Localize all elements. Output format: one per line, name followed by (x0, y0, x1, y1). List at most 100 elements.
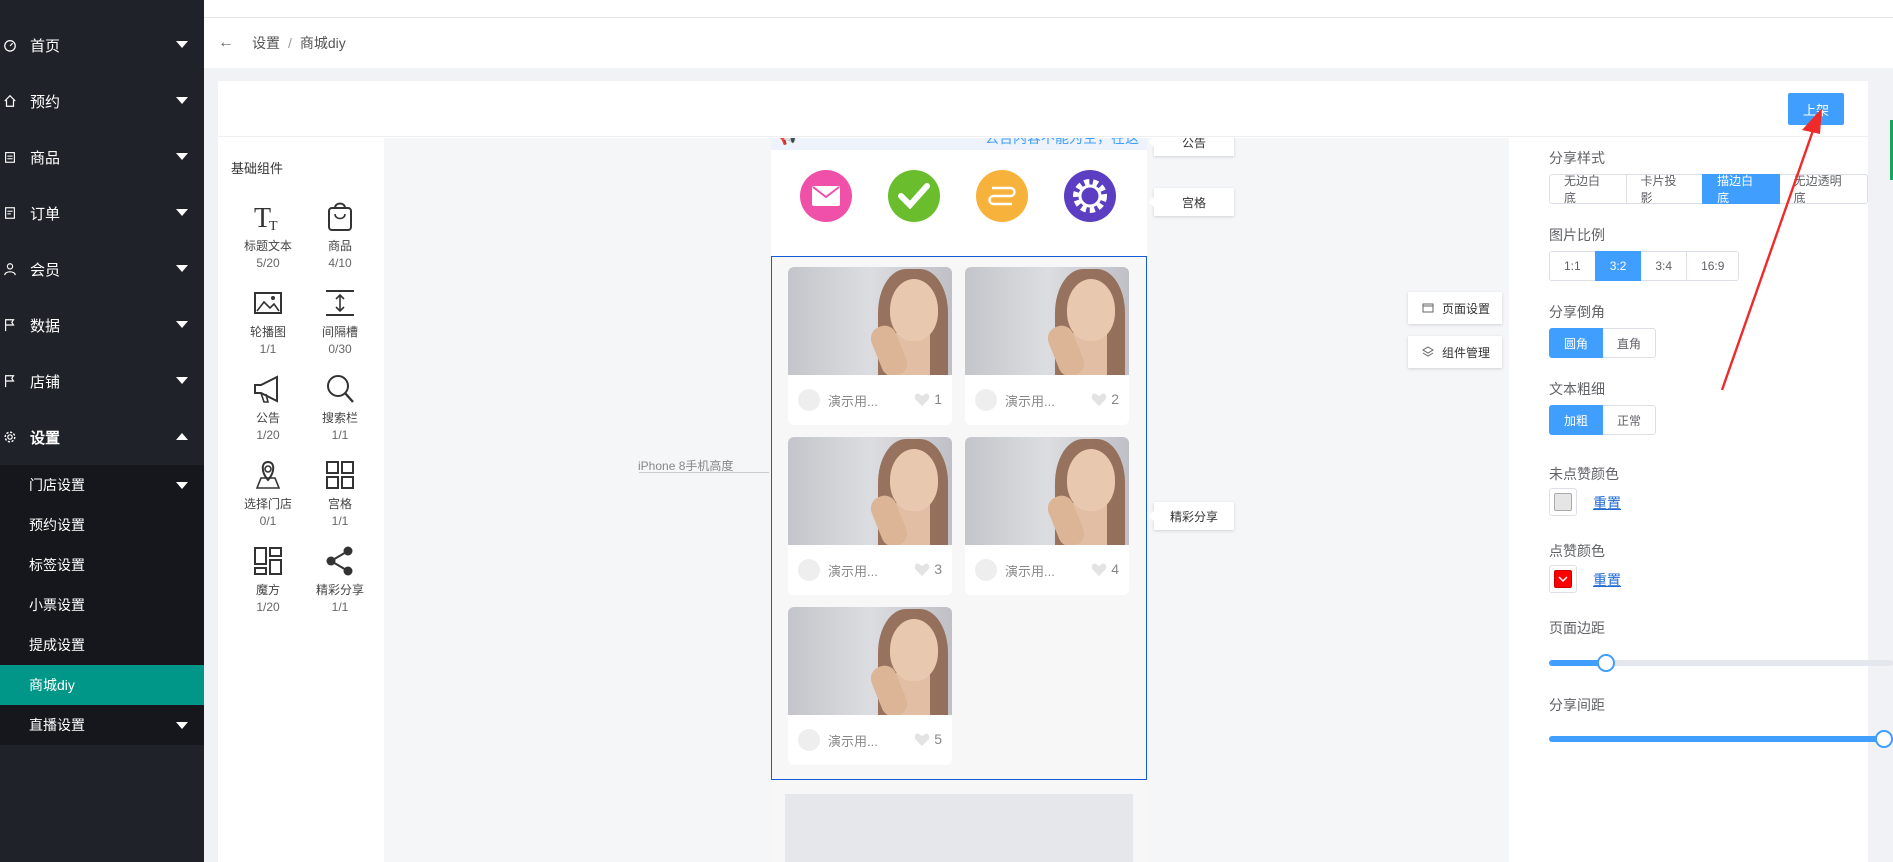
page-margin-knob[interactable] (1597, 654, 1615, 672)
share-card[interactable]: 演示用... 5 (788, 607, 952, 765)
component-count: 0/30 (328, 342, 352, 356)
publish-button[interactable]: 上架 (1788, 93, 1844, 125)
page-settings-button[interactable]: 页面设置 (1408, 292, 1502, 324)
image-ratio-option-selected[interactable]: 3:2 (1594, 251, 1642, 281)
flag-icon (5, 319, 15, 332)
component-count: 0/1 (259, 514, 277, 528)
share-card-meta: 演示用... 4 (965, 545, 1129, 595)
grid-icon (326, 461, 354, 489)
chevron-down-icon (176, 209, 188, 216)
chevron-up-icon (176, 433, 188, 440)
image-ratio-option[interactable]: 16:9 (1686, 251, 1740, 281)
component-grid-nav[interactable]: 宫格 1/1 (304, 458, 376, 528)
share-style-option-selected[interactable]: 描边白底 (1702, 174, 1780, 205)
share-card-meta: 演示用... 2 (965, 375, 1129, 425)
sidebar-item-members[interactable]: 会员 (0, 241, 204, 297)
breadcrumb-level1[interactable]: 设置 (252, 33, 280, 53)
sidebar-subitem-live-settings[interactable]: 直播设置 (0, 705, 204, 745)
tag-share[interactable]: 精彩分享 (1148, 502, 1234, 530)
back-arrow-icon[interactable]: ← (218, 34, 234, 52)
sidebar: 首页 预约 商品 订单 会员 数据 店铺 设置 门店设置 预约设置 标签设置 小… (0, 0, 204, 862)
text-weight-option-selected[interactable]: 加粗 (1549, 405, 1604, 435)
share-spacing-knob[interactable] (1875, 730, 1893, 748)
component-grid: TT 标题文本 5/20 商品 4/10 轮播图 1/1 间隔槽 0/30 公告… (232, 200, 376, 614)
corner-option-selected[interactable]: 圆角 (1549, 328, 1604, 358)
component-label: 宫格 (327, 497, 352, 511)
component-title-text[interactable]: TT 标题文本 5/20 (232, 200, 304, 270)
liked-color-reset[interactable]: 重置 (1593, 570, 1621, 590)
share-card-title: 演示用... (828, 393, 878, 409)
component-manage-button[interactable]: 组件管理 (1408, 336, 1502, 368)
share-card-likes: 3 (934, 561, 942, 577)
liked-color-picker[interactable] (1549, 565, 1577, 593)
image-ratio-option[interactable]: 1:1 (1549, 251, 1596, 281)
unliked-color-reset[interactable]: 重置 (1593, 493, 1621, 513)
share-style-label: 分享样式 (1549, 150, 1605, 166)
share-style-option[interactable]: 无边白底 (1549, 174, 1627, 205)
share-card[interactable]: 演示用... 3 (788, 437, 952, 595)
share-block[interactable]: 演示用... 1 演示用... 2 演示用... 3 演示用... 4 演示用.… (771, 256, 1147, 780)
notice-block[interactable]: 📢 公告内容不能为空，在这 (771, 138, 1147, 150)
tag-label: 精彩分享 (1169, 509, 1218, 524)
sidebar-item-label: 会员 (30, 261, 61, 279)
tag-grid[interactable]: 宫格 (1148, 188, 1234, 216)
home-icon (4, 94, 16, 107)
component-spacer[interactable]: 间隔槽 0/30 (304, 286, 376, 356)
sidebar-item-store[interactable]: 店铺 (0, 353, 204, 409)
share-icon (326, 546, 353, 576)
sidebar-item-label: 订单 (30, 205, 61, 223)
image-ratio-option[interactable]: 3:4 (1640, 251, 1688, 281)
grid-nav-block[interactable] (771, 150, 1147, 258)
sidebar-item-data[interactable]: 数据 (0, 297, 204, 353)
component-label: 轮播图 (249, 325, 286, 339)
share-spacing-slider[interactable] (1549, 730, 1893, 748)
sidebar-item-products[interactable]: 商品 (0, 129, 204, 185)
component-share[interactable]: 精彩分享 1/1 (304, 544, 376, 614)
sidebar-subitem-commission-settings[interactable]: 提成设置 (0, 625, 204, 665)
sidebar-item-settings[interactable]: 设置 (0, 409, 204, 465)
sidebar-subitem-receipt-settings[interactable]: 小票设置 (0, 585, 204, 625)
component-label: 搜索栏 (321, 411, 358, 425)
sidebar-subitem-mall-diy[interactable]: 商城diy (0, 665, 204, 705)
sidebar-item-home[interactable]: 首页 (0, 17, 204, 73)
sidebar-subitem-label: 预约设置 (29, 517, 85, 533)
chevron-down-icon (176, 153, 188, 160)
component-select-store[interactable]: 选择门店 0/1 (232, 458, 304, 528)
share-card-image (788, 437, 952, 545)
tag-notice[interactable]: 公告 (1148, 138, 1234, 156)
share-card[interactable]: 演示用... 4 (965, 437, 1129, 595)
share-card-image (788, 607, 952, 715)
share-card-title: 演示用... (828, 563, 878, 579)
component-carousel[interactable]: 轮播图 1/1 (232, 286, 304, 356)
unliked-color-picker[interactable] (1549, 488, 1577, 516)
text-weight-option[interactable]: 正常 (1602, 405, 1657, 435)
image-placeholder-block[interactable] (785, 794, 1133, 862)
component-product[interactable]: 商品 4/10 (304, 200, 376, 270)
sidebar-subitem-store-settings[interactable]: 门店设置 (0, 465, 204, 505)
sidebar-item-orders[interactable]: 订单 (0, 185, 204, 241)
component-count: 1/1 (331, 600, 349, 614)
chevron-down-icon (176, 377, 188, 384)
sidebar-subitem-booking-settings[interactable]: 预约设置 (0, 505, 204, 545)
sidebar-subitem-tag-settings[interactable]: 标签设置 (0, 545, 204, 585)
sidebar-item-booking[interactable]: 预约 (0, 73, 204, 129)
top-header (204, 0, 1893, 18)
image-ratio-label: 图片比例 (1549, 227, 1605, 243)
share-spacing-fill (1549, 736, 1893, 742)
flag-icon (5, 375, 15, 388)
share-style-option[interactable]: 卡片投影 (1625, 174, 1704, 205)
page-margin-slider[interactable] (1549, 654, 1893, 672)
share-card-meta: 演示用... 1 (788, 375, 952, 425)
component-magic-cube[interactable]: 魔方 1/20 (232, 544, 304, 614)
component-label: 精彩分享 (315, 583, 364, 597)
share-card[interactable]: 演示用... 2 (965, 267, 1129, 425)
share-style-option[interactable]: 无边透明底 (1778, 174, 1868, 205)
product-bag-icon (328, 202, 352, 231)
share-card[interactable]: 演示用... 1 (788, 267, 952, 425)
share-card-likes: 5 (934, 731, 942, 747)
component-notice[interactable]: 公告 1/20 (232, 372, 304, 442)
sidebar-subitem-label: 小票设置 (29, 597, 85, 613)
dashboard-icon (4, 40, 16, 52)
component-search-bar[interactable]: 搜索栏 1/1 (304, 372, 376, 442)
corner-option[interactable]: 直角 (1602, 328, 1657, 358)
